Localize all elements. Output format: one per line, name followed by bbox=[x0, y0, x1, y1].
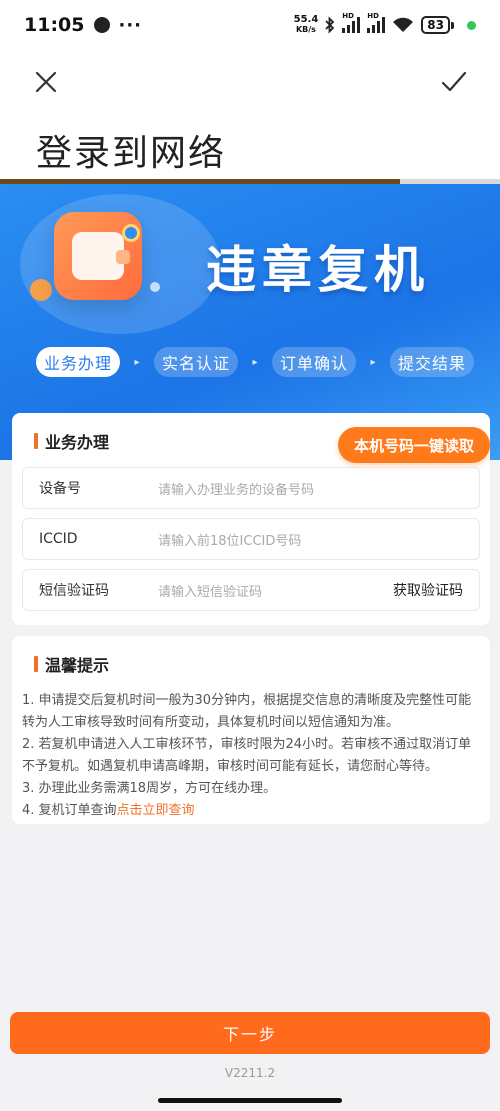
get-code-button[interactable]: 获取验证码 bbox=[393, 580, 463, 600]
battery-icon: 83 bbox=[421, 16, 454, 34]
business-form-card: 业务办理 本机号码一键读取 设备号 请输入办理业务的设备号码 ICCID 请输入… bbox=[12, 413, 490, 625]
next-step-button[interactable]: 下一步 bbox=[10, 1012, 490, 1054]
iccid-label: ICCID bbox=[39, 531, 78, 547]
confirm-button[interactable] bbox=[434, 62, 474, 102]
hd-label-2: HD bbox=[367, 12, 379, 20]
privacy-indicator-icon bbox=[467, 20, 476, 30]
status-bar: 11:05 ··· 55.4 KB/s HD HD 83 bbox=[0, 0, 500, 50]
step-arrow-icon: ▸ bbox=[134, 356, 140, 368]
step-indicator: 业务办理 ▸ 实名认证 ▸ 订单确认 ▸ 提交结果 bbox=[36, 347, 475, 377]
close-icon bbox=[35, 71, 57, 93]
decor-blue-circle bbox=[122, 224, 140, 242]
sms-code-field[interactable]: 短信验证码 请输入短信验证码 获取验证码 bbox=[22, 569, 480, 611]
signal-1-icon: HD bbox=[342, 12, 361, 33]
home-indicator[interactable] bbox=[158, 1098, 342, 1103]
wifi-icon bbox=[393, 17, 414, 32]
tips-title: 温馨提示 bbox=[34, 652, 109, 676]
check-icon bbox=[441, 71, 467, 92]
form-section-title: 业务办理 bbox=[34, 429, 109, 453]
tips-list: 1. 申请提交后复机时间一般为30分钟内，根据提交信息的清晰度及完整性可能转为人… bbox=[22, 690, 484, 822]
tip-item: 3. 办理此业务需满18周岁，方可在线办理。 bbox=[22, 781, 277, 796]
more-notifications-icon: ··· bbox=[118, 14, 142, 36]
tip-item-4-prefix: 4. 复机订单查询 bbox=[22, 803, 117, 818]
close-button[interactable] bbox=[26, 62, 66, 102]
iccid-field[interactable]: ICCID 请输入前18位ICCID号码 bbox=[22, 518, 480, 560]
step-arrow-icon: ▸ bbox=[370, 356, 376, 368]
hd-label-1: HD bbox=[342, 12, 354, 20]
step-arrow-icon: ▸ bbox=[252, 356, 258, 368]
version-label: V2211.2 bbox=[224, 1066, 276, 1080]
speed-unit: KB/s bbox=[295, 25, 316, 34]
signal-2-icon: HD bbox=[367, 12, 386, 33]
decor-white-circle bbox=[150, 282, 160, 292]
sms-code-label: 短信验证码 bbox=[39, 583, 109, 599]
device-number-input[interactable]: 请输入办理业务的设备号码 bbox=[158, 479, 463, 498]
banner-title: 违章复机 bbox=[206, 241, 430, 299]
speed-value: 55.4 bbox=[293, 14, 319, 25]
form-section-title-text: 业务办理 bbox=[45, 433, 110, 452]
page-title: 登录到网络 bbox=[36, 133, 227, 174]
step-1: 业务办理 bbox=[36, 347, 121, 377]
status-time: 11:05 bbox=[24, 14, 85, 36]
read-local-number-button[interactable]: 本机号码一键读取 bbox=[337, 427, 490, 463]
decor-orange-circle bbox=[30, 279, 52, 301]
top-bar: 登录到网络 bbox=[0, 50, 500, 180]
tip-item: 4. 复机订单查询点击立即查询 bbox=[22, 800, 484, 822]
tips-title-text: 温馨提示 bbox=[45, 656, 110, 675]
device-number-label: 设备号 bbox=[39, 481, 81, 497]
tip-item: 1. 申请提交后复机时间一般为30分钟内，根据提交信息的清晰度及完整性可能转为人… bbox=[22, 693, 472, 730]
network-speed: 55.4 KB/s bbox=[294, 15, 319, 35]
tips-card: 温馨提示 1. 申请提交后复机时间一般为30分钟内，根据提交信息的清晰度及完整性… bbox=[12, 636, 490, 824]
notification-icon bbox=[94, 17, 111, 33]
battery-level: 83 bbox=[421, 16, 450, 34]
sms-code-input[interactable]: 请输入短信验证码 bbox=[158, 581, 393, 600]
tip-item: 2. 若复机申请进入人工审核环节，审核时限为24小时。若审核不通过取消订单不予复… bbox=[22, 737, 472, 774]
device-number-field[interactable]: 设备号 请输入办理业务的设备号码 bbox=[22, 467, 480, 509]
step-2: 实名认证 bbox=[154, 347, 239, 377]
iccid-input[interactable]: 请输入前18位ICCID号码 bbox=[158, 530, 463, 549]
step-3: 订单确认 bbox=[272, 347, 357, 377]
step-4: 提交结果 bbox=[390, 347, 475, 377]
order-query-link[interactable]: 点击立即查询 bbox=[117, 803, 195, 818]
bluetooth-icon bbox=[325, 16, 335, 34]
